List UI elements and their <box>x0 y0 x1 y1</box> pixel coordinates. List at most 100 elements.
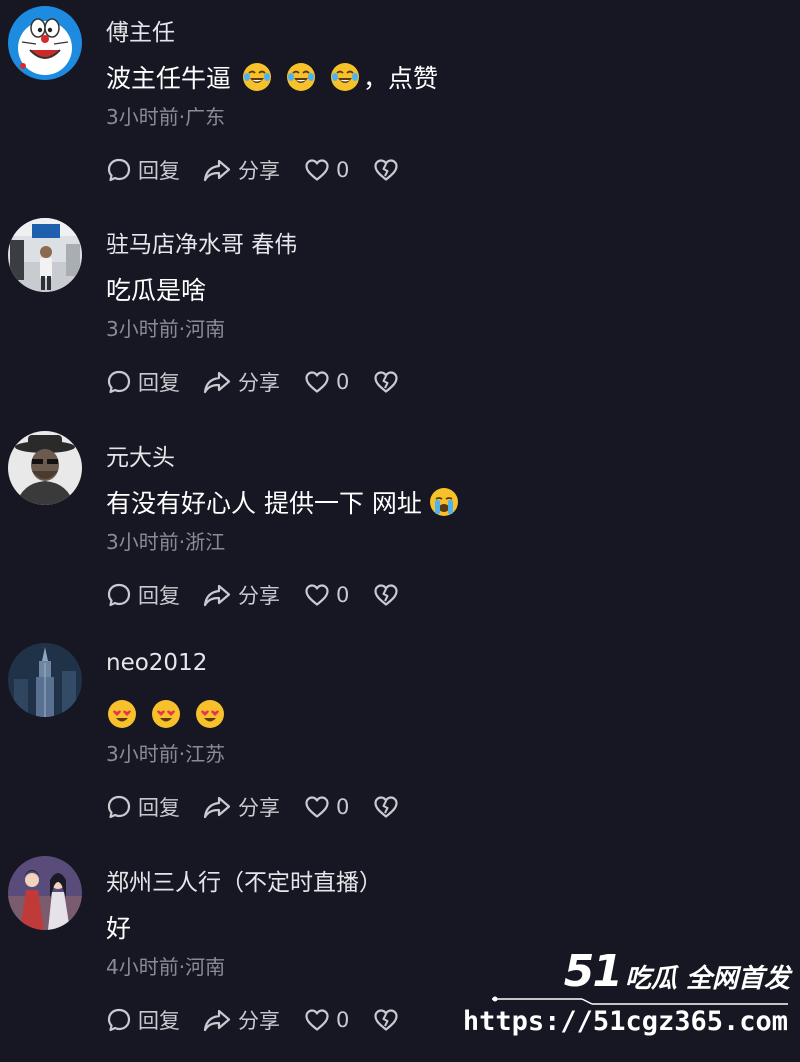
like-button[interactable]: 0 <box>304 158 349 182</box>
chat-bubble-icon <box>107 158 131 182</box>
comment-text: 有没有好心人 提供一下 网址 <box>106 482 472 522</box>
share-arrow-icon <box>203 1009 231 1032</box>
comment-text: 波主任牛逼 ，点赞 <box>106 57 438 97</box>
crying-laugh-emoji-icon <box>285 61 317 93</box>
like-count: 0 <box>336 370 350 394</box>
watermark-url: https://51cgz365.com <box>462 1006 788 1037</box>
reply-button[interactable]: 回复 <box>106 367 180 397</box>
comment-meta: 3小时前·浙江 <box>106 530 226 554</box>
share-arrow-icon <box>203 371 231 394</box>
comment-actions: 回复 分享 0 <box>106 1002 399 1038</box>
share-button[interactable]: 分享 <box>202 155 280 185</box>
painting-avatar[interactable] <box>8 856 82 930</box>
comment-actions: 回复 分享 0 <box>106 577 399 613</box>
watermark-title: 吃瓜 全网首发 <box>624 964 790 994</box>
heart-eyes-emoji-icon <box>194 698 226 730</box>
like-button[interactable]: 0 <box>304 1008 349 1032</box>
heart-icon <box>305 159 329 181</box>
dislike-button[interactable] <box>373 370 399 394</box>
broken-heart-icon <box>374 1009 398 1031</box>
like-count: 0 <box>336 583 350 607</box>
comment-item: neo2012 3小时前·江苏 回复 分享 0 <box>0 637 800 850</box>
reply-label: 回复 <box>138 159 180 183</box>
comment-meta: 4小时前·河南 <box>106 955 226 979</box>
share-label: 分享 <box>238 371 280 395</box>
reply-label: 回复 <box>138 584 180 608</box>
share-arrow-icon <box>203 796 231 819</box>
crying-laugh-emoji-icon <box>329 61 361 93</box>
comment-username[interactable]: 元大头 <box>106 438 175 472</box>
loudly-crying-emoji-icon <box>428 486 460 518</box>
comment-meta: 3小时前·广东 <box>106 105 226 129</box>
like-button[interactable]: 0 <box>304 583 349 607</box>
like-count: 0 <box>336 158 350 182</box>
reply-button[interactable]: 回复 <box>106 155 180 185</box>
comment-item: 傅主任 波主任牛逼 ，点赞 3小时前·广东 回复 分享 0 <box>0 0 800 213</box>
doraemon-avatar[interactable] <box>8 6 82 80</box>
watermark-logo: 51 吃瓜 全网首发 <box>563 946 790 997</box>
comment-body: 有没有好心人 提供一下 网址 <box>106 489 422 518</box>
watermark-divider <box>492 996 788 1005</box>
comment-item: 驻马店净水哥 春伟 吃瓜是啥 3小时前·河南 回复 分享 0 <box>0 212 800 425</box>
broken-heart-icon <box>374 584 398 606</box>
store-photo-avatar[interactable] <box>8 218 82 292</box>
reply-label: 回复 <box>138 371 180 395</box>
share-label: 分享 <box>238 584 280 608</box>
chat-bubble-icon <box>107 583 131 607</box>
heart-eyes-emoji-icon <box>150 698 182 730</box>
reply-button[interactable]: 回复 <box>106 792 180 822</box>
hat-man-avatar[interactable] <box>8 431 82 505</box>
chat-bubble-icon <box>107 1008 131 1032</box>
dislike-button[interactable] <box>373 583 399 607</box>
reply-label: 回复 <box>138 1009 180 1033</box>
share-arrow-icon <box>203 159 231 182</box>
dislike-button[interactable] <box>373 158 399 182</box>
comment-username[interactable]: neo2012 <box>106 650 207 676</box>
share-arrow-icon <box>203 584 231 607</box>
share-button[interactable]: 分享 <box>202 580 280 610</box>
share-button[interactable]: 分享 <box>202 792 280 822</box>
comment-text: 吃瓜是啥 <box>106 269 206 309</box>
comment-username[interactable]: 郑州三人行（不定时直播） <box>106 863 382 897</box>
comment-body: 波主任牛逼 <box>106 64 232 93</box>
share-label: 分享 <box>238 1009 280 1033</box>
watermark-number: 51 <box>563 946 623 997</box>
comment-suffix: ，点赞 <box>363 64 439 93</box>
comment-actions: 回复 分享 0 <box>106 789 399 825</box>
heart-icon <box>305 371 329 393</box>
share-label: 分享 <box>238 796 280 820</box>
comment-meta: 3小时前·江苏 <box>106 742 226 766</box>
comment-body: 吃瓜是啥 <box>106 276 207 305</box>
comment-body: 好 <box>106 914 132 943</box>
share-button[interactable]: 分享 <box>202 367 280 397</box>
comment-actions: 回复 分享 0 <box>106 364 399 400</box>
share-button[interactable]: 分享 <box>202 1005 280 1035</box>
comment-username[interactable]: 傅主任 <box>106 13 175 47</box>
heart-icon <box>305 1009 329 1031</box>
heart-icon <box>305 584 329 606</box>
reply-button[interactable]: 回复 <box>106 580 180 610</box>
crying-laugh-emoji-icon <box>241 61 273 93</box>
like-button[interactable]: 0 <box>304 370 349 394</box>
comment-meta: 3小时前·河南 <box>106 317 226 341</box>
comment-text <box>106 694 238 734</box>
site-watermark: 51 吃瓜 全网首发 https://51cgz365.com <box>463 946 792 1048</box>
skyscraper-avatar[interactable] <box>8 643 82 717</box>
comment-item: 元大头 有没有好心人 提供一下 网址 3小时前·浙江 回复 分享 0 <box>0 425 800 638</box>
dislike-button[interactable] <box>373 1008 399 1032</box>
reply-label: 回复 <box>138 796 180 820</box>
broken-heart-icon <box>374 371 398 393</box>
dislike-button[interactable] <box>373 795 399 819</box>
comment-username[interactable]: 驻马店净水哥 春伟 <box>106 225 297 259</box>
broken-heart-icon <box>374 796 398 818</box>
heart-icon <box>305 796 329 818</box>
like-count: 0 <box>336 1008 350 1032</box>
comment-feed: 傅主任 波主任牛逼 ，点赞 3小时前·广东 回复 分享 0 驻马店净水哥 春伟 … <box>0 0 800 1062</box>
share-label: 分享 <box>238 159 280 183</box>
comment-text: 好 <box>106 907 131 947</box>
chat-bubble-icon <box>107 795 131 819</box>
reply-button[interactable]: 回复 <box>106 1005 180 1035</box>
heart-eyes-emoji-icon <box>106 698 138 730</box>
broken-heart-icon <box>374 159 398 181</box>
like-button[interactable]: 0 <box>304 795 349 819</box>
